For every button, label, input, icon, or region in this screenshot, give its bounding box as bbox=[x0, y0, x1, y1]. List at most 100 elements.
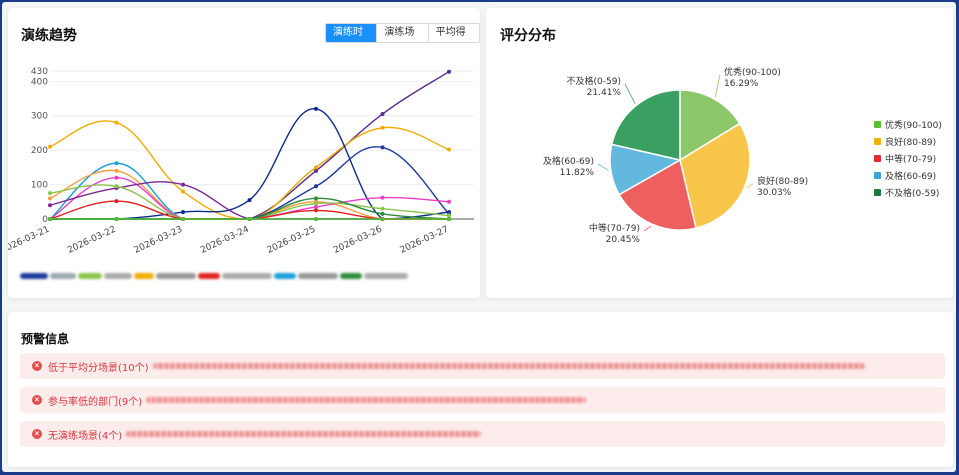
data-point bbox=[314, 208, 318, 213]
series-line bbox=[49, 162, 449, 220]
distribution-card: 评分分布 优秀(90-100) 16.29% 良好(80-89) 30.03% 中等(7… bbox=[486, 8, 953, 298]
x-tick-label: 2026-03-21 bbox=[8, 225, 51, 256]
series-line bbox=[49, 200, 449, 220]
slice-percent: 30.03% bbox=[757, 188, 792, 198]
data-point bbox=[380, 145, 385, 150]
trend-tabs: 演练时长 演练场次 平均得分 bbox=[325, 23, 480, 43]
warning-label: 无演练场景(4个) bbox=[48, 430, 123, 442]
data-point bbox=[114, 168, 119, 173]
data-point bbox=[314, 204, 318, 209]
legend-item[interactable]: 优秀(90-100) bbox=[874, 116, 942, 133]
warning-item[interactable]: × 无演练场景(4个) bbox=[20, 421, 945, 447]
warning-label: 低于平均分场景(10个) bbox=[48, 362, 149, 374]
x-tick-label: 2026-03-22 bbox=[66, 225, 118, 256]
label-leader bbox=[643, 225, 652, 232]
legend-item[interactable]: 良好(80-89) bbox=[874, 133, 942, 150]
data-point bbox=[48, 191, 52, 196]
data-point bbox=[114, 161, 119, 166]
legend-label: 优秀(90-100) bbox=[885, 121, 942, 131]
data-point bbox=[114, 184, 119, 189]
label-leader bbox=[624, 83, 636, 104]
pie-chart: 优秀(90-100)16.29% 良好(80-89)30.03% 中等(70-79)… bbox=[543, 66, 808, 245]
x-tick-label: 2026-03-23 bbox=[133, 225, 185, 256]
data-point bbox=[114, 175, 119, 180]
data-point bbox=[247, 217, 252, 221]
data-point bbox=[447, 69, 451, 74]
legend-item[interactable]: 不及格(0-59) bbox=[874, 184, 942, 201]
data-point bbox=[380, 112, 385, 117]
x-tick-label: 2026-03-24 bbox=[199, 225, 251, 256]
slice-label: 及格(60-69) bbox=[543, 155, 594, 167]
series-line bbox=[49, 146, 450, 220]
data-point bbox=[114, 120, 119, 125]
slice-percent: 20.45% bbox=[606, 235, 641, 245]
y-tick-label: 300 bbox=[31, 112, 48, 122]
data-point bbox=[181, 217, 185, 221]
data-point bbox=[314, 106, 318, 111]
data-point bbox=[380, 206, 385, 211]
legend-swatch bbox=[874, 138, 881, 145]
legend-swatch bbox=[874, 121, 881, 128]
data-point bbox=[48, 196, 52, 201]
legend-item[interactable]: 中等(70-79) bbox=[874, 150, 942, 167]
trend-title: 演练趋势 bbox=[21, 28, 77, 44]
y-tick-label: 400 bbox=[31, 77, 48, 87]
legend-swatch bbox=[874, 189, 881, 196]
pie-legend: 优秀(90-100) 良好(80-89) 中等(70-79) 及格(60-69) 不及格… bbox=[874, 116, 942, 201]
data-point bbox=[447, 199, 451, 204]
data-point bbox=[447, 147, 451, 152]
data-point bbox=[314, 168, 318, 173]
y-tick-label: 0 bbox=[42, 215, 48, 225]
data-point bbox=[114, 199, 119, 204]
y-tick-label: 200 bbox=[31, 146, 48, 156]
data-point bbox=[380, 217, 385, 221]
warning-details bbox=[152, 363, 865, 369]
tab-avg-score[interactable]: 平均得分 bbox=[427, 24, 479, 42]
slice-label: 中等(70-79) bbox=[589, 222, 640, 234]
slice-label: 优秀(90-100) bbox=[724, 66, 781, 78]
data-point bbox=[181, 210, 185, 215]
error-icon: × bbox=[32, 395, 42, 405]
warning-label: 参与率低的部门(9个) bbox=[48, 396, 143, 408]
data-point bbox=[314, 201, 318, 206]
x-tick-label: 2026-03-27 bbox=[399, 225, 451, 256]
data-point bbox=[181, 189, 185, 194]
warning-item[interactable]: × 参与率低的部门(9个) bbox=[20, 387, 945, 413]
slice-label: 不及格(0-59) bbox=[567, 75, 621, 87]
slice-percent: 21.41% bbox=[587, 88, 622, 98]
legend-label: 良好(80-89) bbox=[885, 138, 937, 148]
y-tick-label: 100 bbox=[31, 181, 48, 191]
data-point bbox=[247, 198, 252, 203]
slice-percent: 11.82% bbox=[560, 168, 595, 178]
warning-details bbox=[126, 431, 482, 437]
data-point bbox=[314, 217, 318, 221]
legend-item[interactable]: 及格(60-69) bbox=[874, 167, 942, 184]
x-tick-label: 2026-03-26 bbox=[332, 225, 384, 256]
slice-label: 良好(80-89) bbox=[757, 175, 808, 187]
warnings-title: 预警信息 bbox=[21, 332, 70, 346]
data-point bbox=[447, 213, 451, 218]
warning-item[interactable]: × 低于平均分场景(10个) bbox=[20, 353, 945, 379]
data-point bbox=[48, 203, 52, 208]
error-icon: × bbox=[32, 361, 42, 371]
legend-swatch bbox=[874, 155, 881, 162]
tab-duration[interactable]: 演练时长 bbox=[326, 24, 377, 42]
warnings-card: 预警信息 × 低于平均分场景(10个) × 参与率低的部门(9个) × 无演练场… bbox=[8, 312, 953, 467]
tab-sessions[interactable]: 演练场次 bbox=[376, 24, 428, 42]
legend-swatch bbox=[874, 172, 881, 179]
legend-label: 及格(60-69) bbox=[885, 172, 937, 182]
data-point bbox=[181, 182, 185, 187]
legend-label: 中等(70-79) bbox=[885, 155, 937, 165]
data-point bbox=[48, 217, 52, 221]
data-point bbox=[114, 217, 119, 221]
warning-details bbox=[146, 397, 587, 403]
data-point bbox=[380, 195, 385, 200]
label-leader bbox=[714, 74, 721, 98]
y-tick-label: 430 bbox=[31, 67, 48, 77]
error-icon: × bbox=[32, 429, 42, 439]
data-point bbox=[314, 184, 318, 189]
trend-legend bbox=[20, 266, 475, 279]
data-point bbox=[380, 211, 385, 216]
data-point bbox=[447, 217, 451, 221]
data-point bbox=[380, 125, 385, 130]
